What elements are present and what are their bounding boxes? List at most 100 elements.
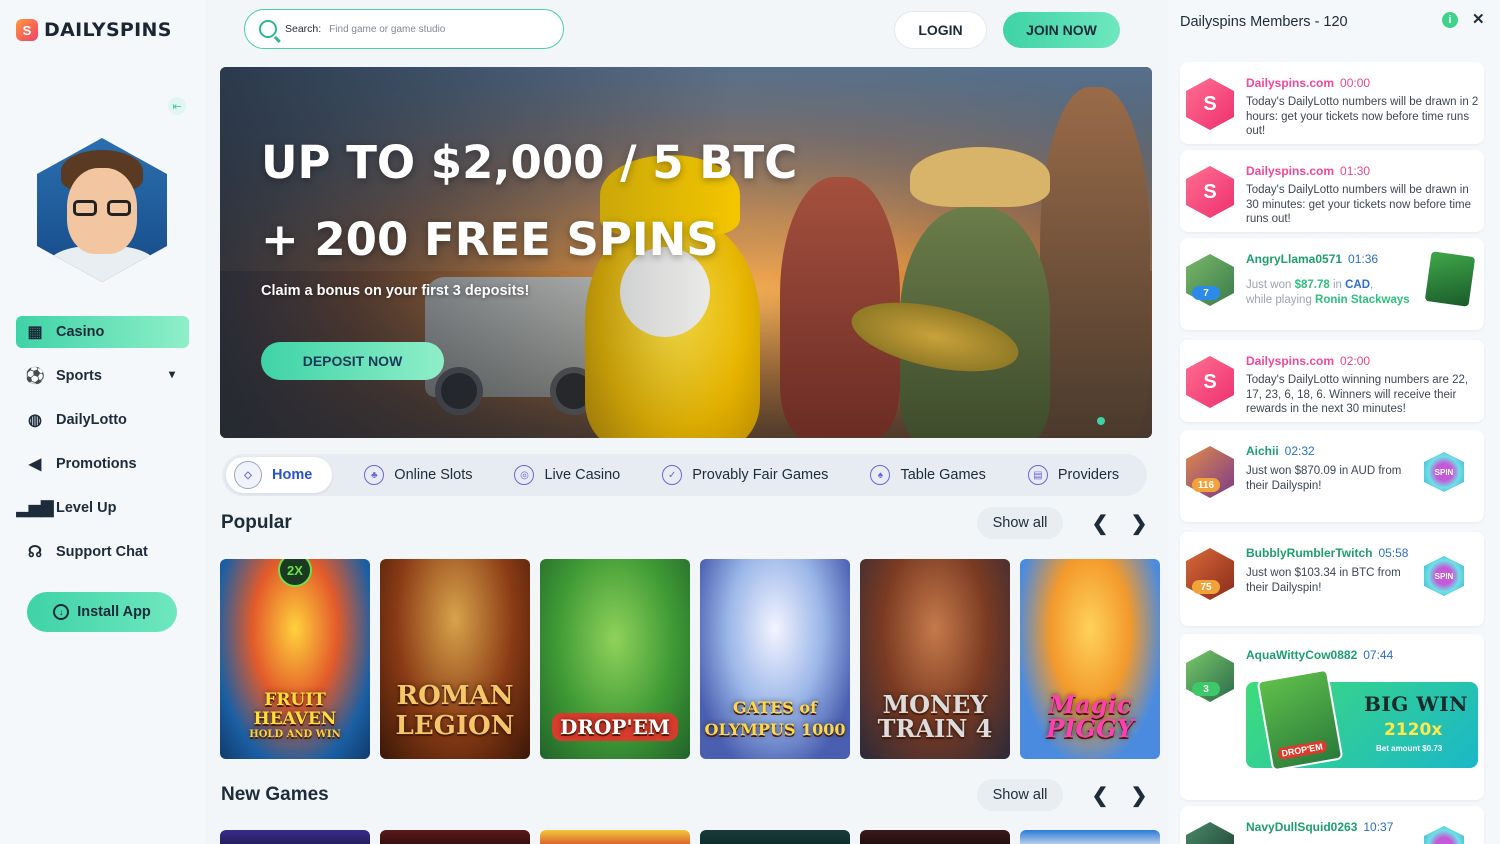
install-app-button[interactable]: ↓ Install App	[27, 592, 177, 632]
game-card[interactable]: 2X FRUIT HEAVEN HOLD AND WIN	[220, 559, 370, 759]
sidebar-item-support-chat[interactable]: ☊ Support Chat	[16, 536, 189, 568]
sidebar-item-dailylotto[interactable]: ◍ DailyLotto	[16, 404, 189, 436]
message-author[interactable]: BubblyRumblerTwitch 05:58	[1246, 546, 1408, 560]
tab-home[interactable]: ◇ Home	[226, 457, 333, 493]
game-card[interactable]: Magic PIGGY	[1020, 559, 1160, 759]
logo-icon: S	[16, 19, 38, 41]
message-author[interactable]: NavyDullSquid0263 10:37	[1246, 820, 1393, 834]
logo[interactable]: S DAILYSPINS	[16, 19, 172, 41]
prev-arrow-icon[interactable]: ❮	[1084, 779, 1116, 811]
megaphone-icon: ◀	[28, 456, 42, 473]
prev-arrow-icon[interactable]: ❮	[1084, 507, 1116, 539]
join-now-button[interactable]: JOIN NOW	[1003, 12, 1120, 48]
tab-providers[interactable]: ▤ Providers	[1014, 457, 1133, 493]
login-button[interactable]: LOGIN	[894, 11, 987, 49]
show-all-new-games-button[interactable]: Show all	[977, 779, 1063, 811]
game-title: Magic PIGGY	[1046, 690, 1134, 743]
message-author[interactable]: Aichii 02:32	[1246, 444, 1315, 458]
collapse-sidebar-icon[interactable]: ⇤	[168, 97, 186, 115]
carousel-dot[interactable]	[1097, 417, 1105, 425]
message-author[interactable]: AngryLlama0571 01:36	[1246, 252, 1378, 266]
tab-provably-fair-games[interactable]: ✓ Provably Fair Games	[648, 457, 842, 493]
multiplier-badge: 2X	[278, 559, 312, 587]
game-title: MONEY TRAIN 4	[877, 690, 993, 743]
game-title: DROP'EM	[552, 713, 678, 741]
slot-machine-icon: ▦	[27, 324, 43, 341]
game-card[interactable]	[380, 830, 530, 844]
search-label: Search:	[285, 23, 322, 35]
sidebar-item-label: DailyLotto	[56, 412, 127, 428]
adventurer-illustration	[1040, 87, 1150, 437]
deposit-now-button[interactable]: DEPOSIT NOW	[261, 342, 444, 380]
big-win-multiplier: 2120x	[1384, 720, 1443, 740]
level-badge: 75	[1192, 580, 1220, 594]
hero-title-line-1: UP TO $2,000 / 5 BTC	[261, 136, 798, 189]
sidebar-item-label: Promotions	[56, 456, 137, 472]
new-games-row	[220, 830, 1160, 844]
search-input[interactable]	[329, 23, 530, 35]
next-arrow-icon[interactable]: ❯	[1123, 507, 1155, 539]
dailyspins-avatar-icon: S	[1186, 166, 1234, 218]
chat-message: 7 AngryLlama0571 01:36 Just won $87.78 in…	[1180, 238, 1484, 330]
game-thumbnail[interactable]	[1424, 251, 1476, 307]
hero-banner[interactable]: UP TO $2,000 / 5 BTC + 200 FREE SPINS Cl…	[220, 67, 1152, 438]
next-arrow-icon[interactable]: ❯	[1123, 779, 1155, 811]
show-all-popular-button[interactable]: Show all	[977, 507, 1063, 539]
hero-subtitle: Claim a bonus on your first 3 deposits!	[261, 283, 530, 299]
message-text: Just won $103.34 in BTC from their Daily…	[1246, 567, 1401, 594]
tab-label: Table Games	[900, 467, 986, 483]
game-card[interactable]	[860, 830, 1010, 844]
sidebar-item-label: Level Up	[56, 500, 117, 516]
chat-message: 75 BubblyRumblerTwitch 05:58 Just won $10…	[1180, 532, 1484, 626]
tab-label: Provably Fair Games	[692, 467, 829, 483]
search-bar[interactable]: Search:	[244, 9, 564, 49]
game-title: ROMAN LEGION	[395, 681, 515, 741]
install-app-label: Install App	[77, 604, 151, 620]
info-icon[interactable]: i	[1442, 12, 1458, 28]
message-author[interactable]: AquaWittyCow0882 07:44	[1246, 648, 1393, 662]
chat-message: S Dailyspins.com 01:30 Today's DailyLotto…	[1180, 150, 1484, 232]
cherries-icon: ♣	[364, 465, 385, 485]
thumbnail-game-title: DROP'EM	[1276, 739, 1328, 761]
game-card[interactable]	[220, 830, 370, 844]
close-icon[interactable]: ✕	[1472, 10, 1485, 28]
message-time: 01:36	[1348, 252, 1379, 266]
message-time: 05:58	[1378, 546, 1409, 560]
game-card[interactable]: ROMAN LEGION	[380, 559, 530, 759]
message-text: Just won $870.09 in AUD from their Daily…	[1246, 465, 1402, 492]
section-title-popular: Popular	[221, 512, 292, 533]
avatar	[37, 138, 167, 282]
section-title-new-games: New Games	[221, 784, 329, 805]
sidebar-item-casino[interactable]: ▦ Casino	[16, 316, 189, 348]
tab-online-slots[interactable]: ♣ Online Slots	[350, 457, 486, 493]
spin-badge-icon	[1424, 826, 1464, 844]
hero-title: UP TO $2,000 / 5 BTC + 200 FREE SPINS	[261, 124, 797, 278]
shield-check-icon: ✓	[662, 465, 683, 485]
chevron-down-icon[interactable]: ▾	[169, 367, 175, 381]
game-card[interactable]: DROP'EM	[540, 559, 690, 759]
message-text: Today's DailyLotto winning numbers are 2…	[1246, 374, 1469, 415]
chat-message: NavyDullSquid0263 10:37	[1180, 806, 1484, 844]
game-thumbnail: DROP'EM	[1256, 668, 1344, 772]
message-time: 01:30	[1340, 164, 1371, 178]
soccer-ball-icon: ⚽	[25, 368, 45, 385]
big-win-card[interactable]: DROP'EM BIG WIN 2120x Bet amount $0.73	[1246, 668, 1478, 772]
game-card[interactable]: MONEY TRAIN 4	[860, 559, 1010, 759]
game-card[interactable]	[540, 830, 690, 844]
tab-live-casino[interactable]: ◎ Live Casino	[500, 457, 634, 493]
level-badge: 116	[1192, 478, 1220, 492]
tab-table-games[interactable]: ♠ Table Games	[856, 457, 999, 493]
game-card[interactable]	[1020, 830, 1160, 844]
spin-badge-icon: SPIN	[1424, 556, 1464, 596]
hero-title-line-2: + 200 FREE SPINS	[261, 213, 719, 266]
tab-label: Providers	[1057, 467, 1120, 483]
sidebar-item-level-up[interactable]: ▂▅▇ Level Up	[16, 492, 189, 524]
sidebar-item-sports[interactable]: ⚽ Sports ▾	[16, 360, 189, 392]
chat-message: 3 AquaWittyCow0882 07:44 DROP'EM BIG WIN …	[1180, 634, 1484, 800]
game-card[interactable]	[700, 830, 850, 844]
message-time: 00:00	[1340, 76, 1371, 90]
sidebar-item-promotions[interactable]: ◀ Promotions	[16, 448, 189, 480]
chips-icon: ◎	[514, 465, 535, 485]
message-time: 02:00	[1340, 354, 1371, 368]
game-card[interactable]: GATES of OLYMPUS 1000	[700, 559, 850, 759]
